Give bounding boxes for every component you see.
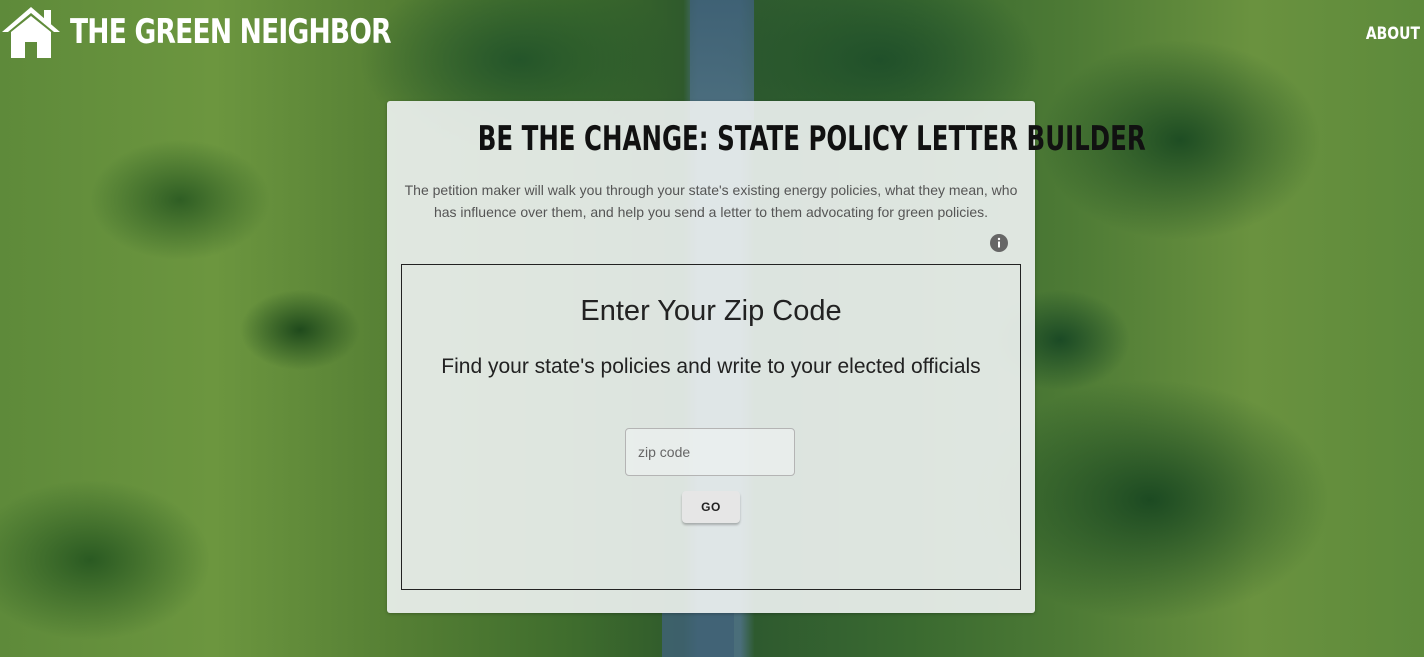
page-title: Be The Change: State Policy Letter Build… xyxy=(477,119,1146,159)
info-icon[interactable] xyxy=(990,234,1008,252)
brand-name: The Green Neighbor xyxy=(70,12,392,52)
zip-code-form: Enter Your Zip Code Find your state's po… xyxy=(401,264,1021,590)
letter-builder-card: Be The Change: State Policy Letter Build… xyxy=(387,101,1146,613)
background-river-bottom xyxy=(662,612,734,657)
zip-form-title: Enter Your Zip Code xyxy=(580,295,842,327)
page-description: The petition maker will walk you through… xyxy=(404,182,1018,220)
zip-form-subtitle: Find your state's policies and write to … xyxy=(441,355,981,378)
site-header: The Green Neighbor About xyxy=(0,0,1424,70)
brand-home-link[interactable]: The Green Neighbor xyxy=(0,4,481,60)
about-link[interactable]: About xyxy=(1366,24,1420,44)
home-icon xyxy=(0,4,62,60)
zip-code-input[interactable] xyxy=(625,428,795,476)
go-button[interactable]: GO xyxy=(682,491,740,523)
